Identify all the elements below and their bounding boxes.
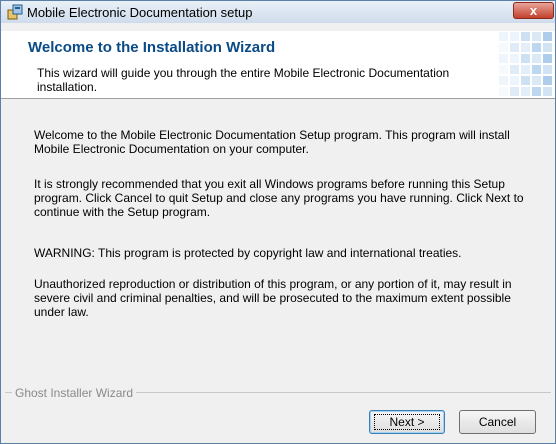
cancel-button[interactable]: Cancel [459,410,536,434]
grid-tile [521,32,530,41]
grid-tile [521,43,530,52]
setup-window: Mobile Electronic Documentation setup x … [0,0,556,444]
grid-tile [532,65,541,74]
grid-tile [521,65,530,74]
grid-tile [521,76,530,85]
grid-tile [510,65,519,74]
grid-tile [499,87,508,96]
grid-tile [532,43,541,52]
brand-label: Ghost Installer Wizard [12,386,137,400]
grid-tile [499,32,508,41]
grid-tile [510,76,519,85]
installer-icon [7,4,23,20]
header-divider [1,98,555,99]
grid-tile [499,43,508,52]
grid-tile [543,65,552,74]
grid-tile [543,87,552,96]
focus-rect [374,414,440,430]
title-bar[interactable]: Mobile Electronic Documentation setup x [1,1,555,23]
grid-tile [532,87,541,96]
grid-decoration-icon [499,32,552,96]
grid-tile [499,76,508,85]
window-title: Mobile Electronic Documentation setup [27,5,253,20]
grid-tile [510,43,519,52]
close-icon: x [529,3,538,18]
grid-tile [499,65,508,74]
cancel-button-label: Cancel [478,415,517,429]
grid-tile [510,54,519,63]
grid-tile [532,76,541,85]
welcome-paragraph: Welcome to the Mobile Electronic Documen… [34,128,510,156]
recommendation-paragraph: It is strongly recommended that you exit… [34,177,524,219]
wizard-header: Welcome to the Installation Wizard This … [1,31,555,98]
grid-tile [532,32,541,41]
next-button[interactable]: Next > [369,410,445,434]
grid-tile [543,76,552,85]
grid-tile [510,87,519,96]
grid-tile [499,54,508,63]
warning-paragraph: WARNING: This program is protected by co… [34,246,462,260]
grid-tile [543,54,552,63]
grid-tile [521,87,530,96]
grid-tile [510,32,519,41]
grid-tile [532,54,541,63]
header-title: Welcome to the Installation Wizard [28,39,276,56]
close-button[interactable]: x [513,2,554,19]
header-subtitle: This wizard will guide you through the e… [37,66,450,94]
grid-tile [521,54,530,63]
copyright-paragraph: Unauthorized reproduction or distributio… [34,277,512,319]
grid-tile [543,43,552,52]
grid-tile [543,32,552,41]
